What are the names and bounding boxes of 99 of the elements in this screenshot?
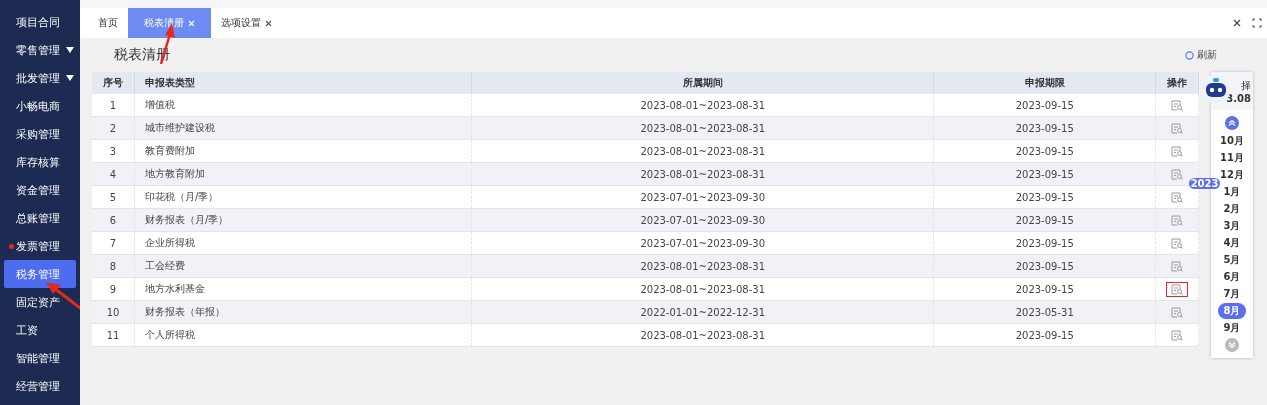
table-cell: 地方水利基金 [134, 277, 472, 301]
table-cell: 4 [92, 162, 135, 186]
close-icon[interactable] [265, 19, 272, 27]
table-cell: 2023-08-01~2023-08-31 [471, 323, 934, 347]
table-cell: 2023-08-01~2023-08-31 [471, 139, 934, 163]
sidebar-item[interactable]: 发票管理 [4, 232, 76, 260]
column-header: 操作 [1155, 72, 1199, 94]
table-cell: 增值税 [134, 94, 472, 117]
table-cell: 地方教育附加 [134, 162, 472, 186]
table-cell: 城市维护建设税 [134, 116, 472, 140]
sidebar-item[interactable]: 资金管理 [4, 176, 76, 204]
sidebar-item[interactable]: 库存核算 [4, 148, 76, 176]
view-form-icon[interactable] [1171, 122, 1183, 134]
month-item[interactable]: 10月 [1214, 132, 1250, 149]
table-cell: 2023-09-15 [933, 254, 1156, 278]
column-header: 申报表类型 [134, 72, 472, 94]
table-cell: 财务报表（年报） [134, 300, 472, 324]
table-cell: 2023-09-15 [933, 277, 1156, 301]
table-cell: 10 [92, 300, 135, 324]
table-cell: 企业所得税 [134, 231, 472, 255]
caret-icon [66, 75, 74, 81]
month-item[interactable]: 2月 [1217, 200, 1247, 217]
view-form-icon[interactable] [1171, 214, 1183, 226]
tab[interactable]: 选项设置 [211, 8, 282, 38]
sidebar-item[interactable]: 固定资产 [4, 288, 76, 316]
year-badge: 2023 [1188, 178, 1221, 189]
table-cell: 1 [92, 94, 135, 117]
table-cell: 2023-07-01~2023-09-30 [471, 185, 934, 209]
current-period: 3.08 [1226, 92, 1251, 104]
table-cell: 2023-09-15 [933, 231, 1156, 255]
table-cell: 11 [92, 323, 135, 347]
month-item[interactable]: 5月 [1217, 251, 1247, 268]
refresh-button[interactable]: 刷新 [1185, 48, 1217, 62]
table-cell: 3 [92, 139, 135, 163]
table-cell: 2023-08-01~2023-08-31 [471, 277, 934, 301]
table-cell: 教育费附加 [134, 139, 472, 163]
sidebar-item[interactable]: 工资 [4, 316, 76, 344]
sidebar-item[interactable]: 税务管理 [4, 260, 76, 288]
table-cell: 2023-05-31 [933, 300, 1156, 324]
view-form-icon[interactable] [1171, 191, 1183, 203]
table-cell: 2 [92, 116, 135, 140]
month-item[interactable]: 4月 [1217, 234, 1247, 251]
table-cell: 7 [92, 231, 135, 255]
table-cell: 8 [92, 254, 135, 278]
sidebar-item[interactable]: 批发管理 [4, 64, 76, 92]
table-cell: 2022-01-01~2022-12-31 [471, 300, 934, 324]
table-cell: 2023-07-01~2023-09-30 [471, 208, 934, 232]
table-cell: 2023-08-01~2023-08-31 [471, 94, 934, 117]
fullscreen-icon[interactable] [1252, 18, 1262, 28]
table-cell: 2023-08-01~2023-08-31 [471, 162, 934, 186]
sidebar-item[interactable]: 总账管理 [4, 204, 76, 232]
scroll-up-icon[interactable] [1225, 116, 1239, 130]
view-form-icon[interactable] [1171, 260, 1183, 272]
month-item[interactable]: 6月 [1217, 268, 1247, 285]
month-item[interactable]: 3月 [1217, 217, 1247, 234]
table-cell: 财务报表（月/季） [134, 208, 472, 232]
table-cell: 2023-09-15 [933, 185, 1156, 209]
view-form-icon[interactable] [1171, 329, 1183, 341]
table-cell: 2023-09-15 [933, 94, 1156, 117]
table-cell: 2023-09-15 [933, 323, 1156, 347]
panel-label: 择 [1241, 78, 1251, 93]
sidebar-item[interactable]: 项目合同 [4, 8, 76, 36]
month-item[interactable]: 7月 [1217, 285, 1247, 302]
view-form-icon[interactable] [1171, 168, 1183, 180]
table-cell: 2023-08-01~2023-08-31 [471, 116, 934, 140]
alert-dot [9, 244, 14, 249]
column-header: 申报期限 [933, 72, 1156, 94]
caret-icon [66, 47, 74, 53]
table-cell: 2023-07-01~2023-09-30 [471, 231, 934, 255]
table-cell: 印花税（月/季） [134, 185, 472, 209]
table-cell: 个人所得税 [134, 323, 472, 347]
close-icon[interactable] [1232, 18, 1242, 28]
table-cell: 5 [92, 185, 135, 209]
sidebar-item[interactable]: 经营管理 [4, 372, 76, 400]
sidebar-item[interactable]: 小畅电商 [4, 92, 76, 120]
tab[interactable]: 首页 [88, 8, 128, 38]
table-cell: 2023-09-15 [933, 139, 1156, 163]
table-cell: 2023-09-15 [933, 116, 1156, 140]
month-item[interactable]: 11月 [1214, 149, 1250, 166]
scroll-down-icon[interactable] [1225, 338, 1239, 352]
table-cell: 2023-09-15 [933, 208, 1156, 232]
table-cell: 9 [92, 277, 135, 301]
view-form-icon[interactable] [1171, 99, 1183, 111]
month-item[interactable]: 9月 [1217, 319, 1247, 336]
table-cell: 工会经费 [134, 254, 472, 278]
view-form-icon[interactable] [1171, 306, 1183, 318]
sidebar-item[interactable]: 采购管理 [4, 120, 76, 148]
month-item[interactable]: 8月 [1217, 302, 1247, 319]
column-header: 所属期间 [471, 72, 934, 94]
view-form-icon[interactable] [1171, 145, 1183, 157]
table-cell: 2023-09-15 [933, 162, 1156, 186]
view-form-icon[interactable] [1171, 237, 1183, 249]
table-cell: 6 [92, 208, 135, 232]
view-form-icon[interactable] [1171, 283, 1183, 295]
sidebar-item[interactable]: 零售管理 [4, 36, 76, 64]
sidebar-item[interactable]: 智能管理 [4, 344, 76, 372]
column-header: 序号 [92, 72, 135, 94]
refresh-icon [1185, 50, 1194, 60]
table-cell: 2023-08-01~2023-08-31 [471, 254, 934, 278]
